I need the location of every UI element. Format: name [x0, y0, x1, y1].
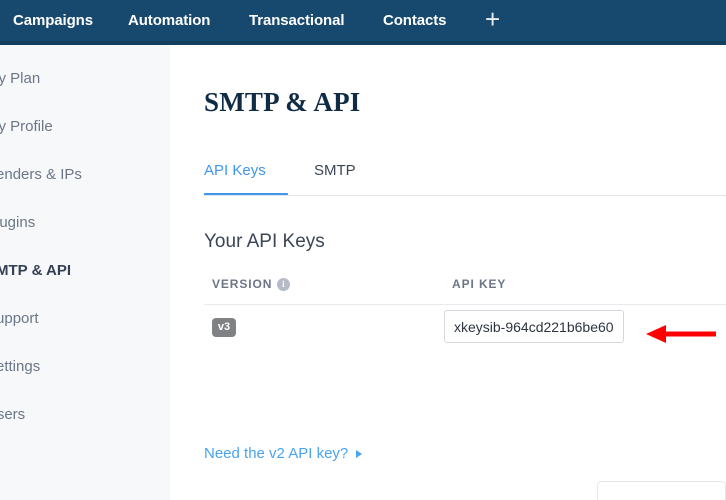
tab-bar-divider — [204, 195, 726, 196]
api-keys-table-header: VERSION i API KEY — [204, 277, 726, 303]
sidebar-item-plugins[interactable]: Plugins — [0, 214, 170, 231]
nav-item-campaigns[interactable]: Campaigns — [13, 12, 93, 29]
nav-item-automation[interactable]: Automation — [128, 12, 210, 29]
bottom-card — [597, 481, 726, 500]
tab-smtp[interactable]: SMTP — [314, 162, 356, 179]
tab-api-keys[interactable]: API Keys — [204, 162, 266, 179]
version-badge-v3: v3 — [212, 318, 236, 337]
column-header-version: VERSION i — [212, 277, 291, 291]
sidebar-item-my-profile[interactable]: My Profile — [0, 118, 170, 135]
sidebar-item-users[interactable]: Users — [0, 406, 170, 423]
section-title-your-api-keys: Your API Keys — [204, 231, 325, 252]
info-icon[interactable]: i — [277, 277, 291, 291]
need-v2-api-key-link[interactable]: Need the v2 API key? — [204, 445, 363, 462]
table-header-divider — [204, 304, 726, 305]
sidebar-item-senders-ips[interactable]: Senders & IPs — [0, 166, 170, 183]
sidebar-item-smtp-api[interactable]: SMTP & API — [0, 262, 170, 279]
sidebar-item-settings[interactable]: Settings — [0, 358, 170, 375]
api-key-input[interactable] — [444, 310, 624, 343]
sidebar-item-support[interactable]: Support — [0, 310, 170, 327]
nav-item-transactional[interactable]: Transactional — [249, 12, 345, 29]
column-header-api-key: API KEY — [452, 277, 506, 291]
page-title: SMTP & API — [204, 87, 361, 117]
main-content: SMTP & API API Keys SMTP Your API Keys V… — [170, 45, 726, 500]
sidebar: My Plan My Profile Senders & IPs Plugins… — [0, 45, 170, 500]
column-header-api-key-label: API KEY — [452, 277, 507, 291]
column-header-version-label: VERSION — [212, 277, 273, 291]
chevron-right-icon — [356, 449, 363, 458]
nav-item-contacts[interactable]: Contacts — [383, 12, 446, 29]
sidebar-item-my-plan[interactable]: My Plan — [0, 70, 170, 87]
need-v2-api-key-label: Need the v2 API key? — [204, 445, 349, 462]
top-navigation-bar: Campaigns Automation Transactional Conta… — [0, 0, 726, 41]
add-icon[interactable]: + — [485, 6, 500, 32]
tab-bar: API Keys SMTP — [204, 155, 726, 196]
app-root: Campaigns Automation Transactional Conta… — [0, 0, 726, 500]
